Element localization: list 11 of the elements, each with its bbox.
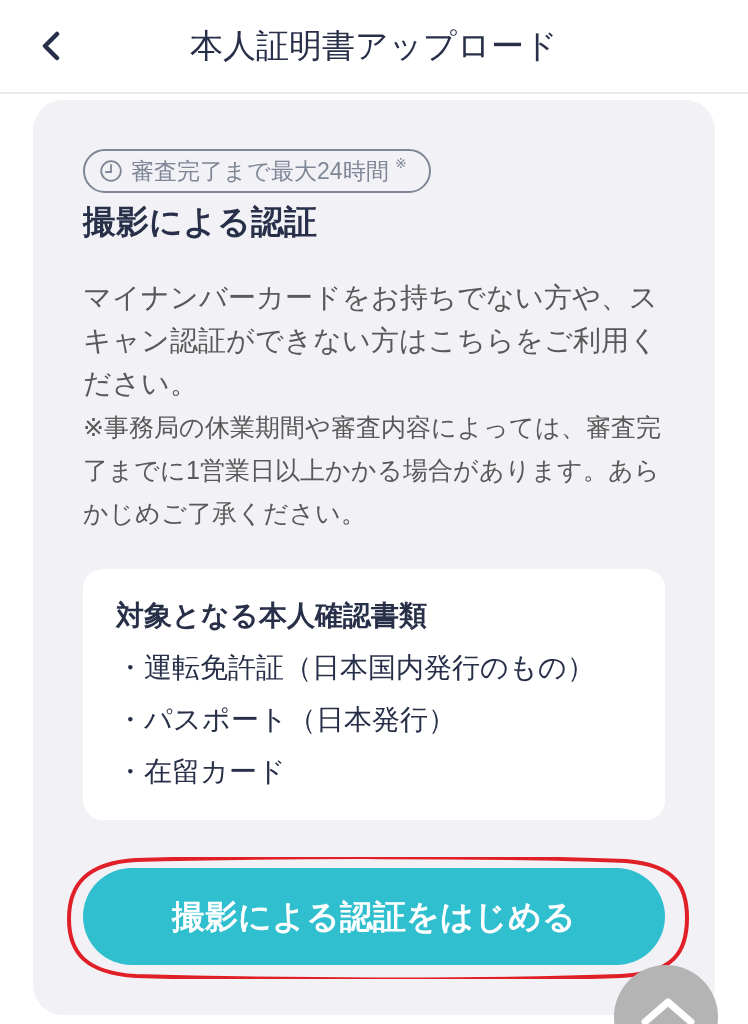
document-item: ・パスポート（日本発行） bbox=[116, 703, 457, 737]
review-time-text: 審査完了まで最大24時間 $^{※}$ bbox=[131, 159, 407, 183]
start-verification-button[interactable]: 撮影による認証をはじめる bbox=[83, 868, 665, 965]
clock-icon bbox=[100, 160, 122, 182]
note-text: ※事務局の休業期間や審査内容によっては、審査完了までに1営業日以上かかる場合があります。あらかじめご了承ください。 bbox=[83, 412, 662, 529]
document-item: ・在留カード bbox=[116, 755, 287, 789]
documents-heading: 対象となる本人確認書類 bbox=[116, 599, 428, 633]
section-title: 撮影による認証 bbox=[83, 202, 318, 242]
document-item: ・運転免許証（日本国内発行のもの） bbox=[116, 651, 596, 685]
page-title: 本人証明書アップロード bbox=[190, 26, 558, 66]
description-text: マイナンバーカードをお持ちでない方や、スキャン認証ができない方はこちらをご利用ください。 bbox=[83, 281, 659, 401]
